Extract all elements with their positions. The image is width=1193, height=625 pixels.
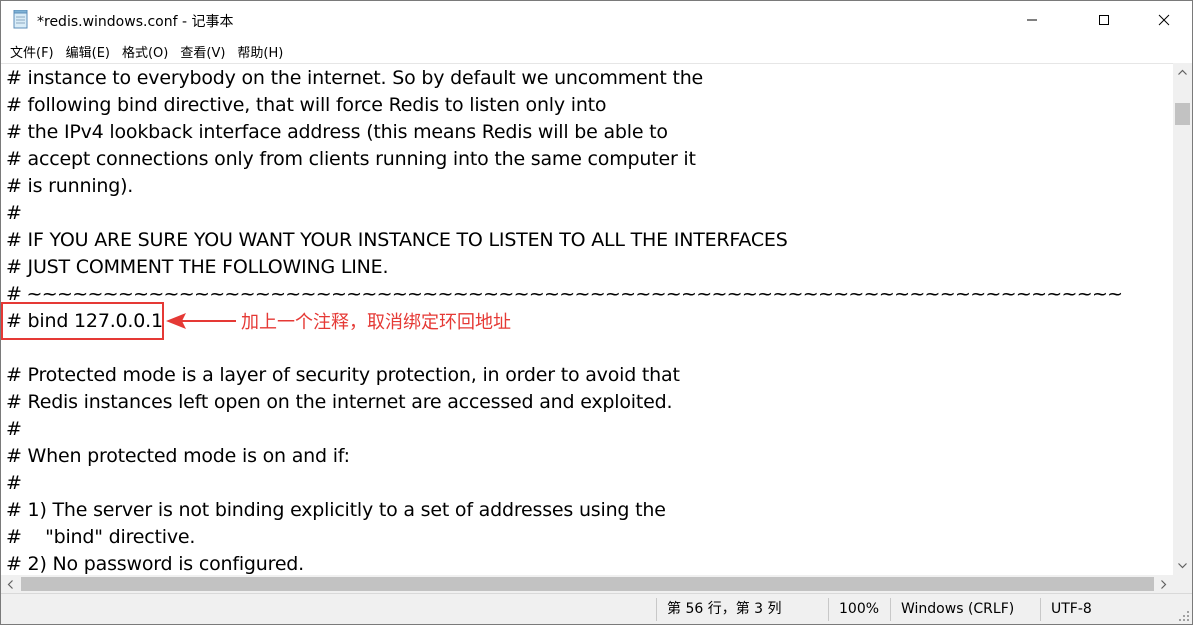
minimize-icon	[1027, 19, 1037, 21]
text-line: # is running).	[6, 175, 134, 197]
menu-bar: 文件(F) 编辑(E) 格式(O) 查看(V) 帮助(H)	[1, 39, 1192, 63]
horizontal-scrollbar[interactable]	[1, 575, 1173, 593]
text-line: # When protected mode is on and if:	[6, 445, 350, 467]
vertical-scrollbar[interactable]	[1173, 63, 1192, 575]
scroll-down-button[interactable]	[1173, 557, 1192, 575]
notepad-window: *redis.windows.conf - 记事本 文件(F) 编辑(E) 格式…	[0, 0, 1193, 625]
vertical-scroll-thumb[interactable]	[1175, 103, 1190, 125]
text-line: # accept connections only from clients r…	[6, 148, 696, 170]
text-line: # 2) No password is configured.	[6, 553, 305, 575]
scroll-left-button[interactable]	[1, 575, 19, 593]
maximize-button[interactable]	[1081, 1, 1127, 39]
scroll-right-button[interactable]	[1155, 575, 1173, 593]
text-editor[interactable]: # instance to everybody on the internet.…	[1, 63, 1173, 575]
scroll-up-button[interactable]	[1173, 63, 1192, 81]
resize-grip-icon[interactable]	[1178, 610, 1190, 622]
text-line: # JUST COMMENT THE FOLLOWING LINE.	[6, 256, 389, 278]
menu-help[interactable]: 帮助(H)	[231, 40, 289, 63]
annotation-text: 加上一个注释，取消绑定环回地址	[241, 312, 511, 333]
maximize-icon	[1099, 15, 1109, 25]
chevron-left-icon	[7, 579, 13, 589]
menu-view[interactable]: 查看(V)	[174, 40, 231, 63]
text-line: #	[6, 418, 22, 440]
text-line: # Redis instances left open on the inter…	[6, 391, 673, 413]
close-icon	[1158, 14, 1170, 26]
menu-file[interactable]: 文件(F)	[4, 40, 60, 63]
status-cursor-position: 第 56 行，第 3 列	[667, 601, 782, 617]
window-title: *redis.windows.conf - 记事本	[37, 14, 234, 30]
close-button[interactable]	[1141, 1, 1187, 39]
annotation-highlight-box	[1, 302, 164, 340]
text-line: #	[6, 202, 22, 224]
menu-edit[interactable]: 编辑(E)	[60, 40, 116, 63]
text-line: # "bind" directive.	[6, 526, 196, 548]
horizontal-scroll-thumb[interactable]	[21, 577, 1154, 591]
text-line: # 1) The server is not binding explicitl…	[6, 499, 666, 521]
chevron-right-icon	[1161, 579, 1167, 589]
minimize-button[interactable]	[1009, 1, 1055, 39]
status-zoom: 100%	[839, 601, 880, 617]
status-bar: 第 56 行，第 3 列 100% Windows (CRLF) UTF-8	[1, 593, 1192, 624]
chevron-up-icon	[1178, 69, 1187, 75]
notepad-icon	[13, 9, 29, 29]
status-encoding: UTF-8	[1051, 601, 1092, 617]
text-line: # Protected mode is a layer of security …	[6, 364, 680, 386]
text-line: # following bind directive, that will fo…	[6, 94, 607, 116]
text-line: # ~~~~~~~~~~~~~~~~~~~~~~~~~~~~~~~~~~~~~~…	[6, 283, 1123, 305]
text-line: # IF YOU ARE SURE YOU WANT YOUR INSTANCE…	[6, 229, 788, 251]
text-line: #	[6, 472, 22, 494]
menu-format[interactable]: 格式(O)	[116, 40, 174, 63]
title-bar[interactable]: *redis.windows.conf - 记事本	[1, 1, 1192, 39]
scrollbar-corner	[1173, 575, 1192, 593]
annotation-arrow-icon	[166, 313, 236, 329]
status-line-ending: Windows (CRLF)	[901, 601, 1015, 617]
text-line: # the IPv4 lookback interface address (t…	[6, 121, 668, 143]
text-line: # instance to everybody on the internet.…	[6, 67, 704, 89]
chevron-down-icon	[1178, 563, 1187, 569]
